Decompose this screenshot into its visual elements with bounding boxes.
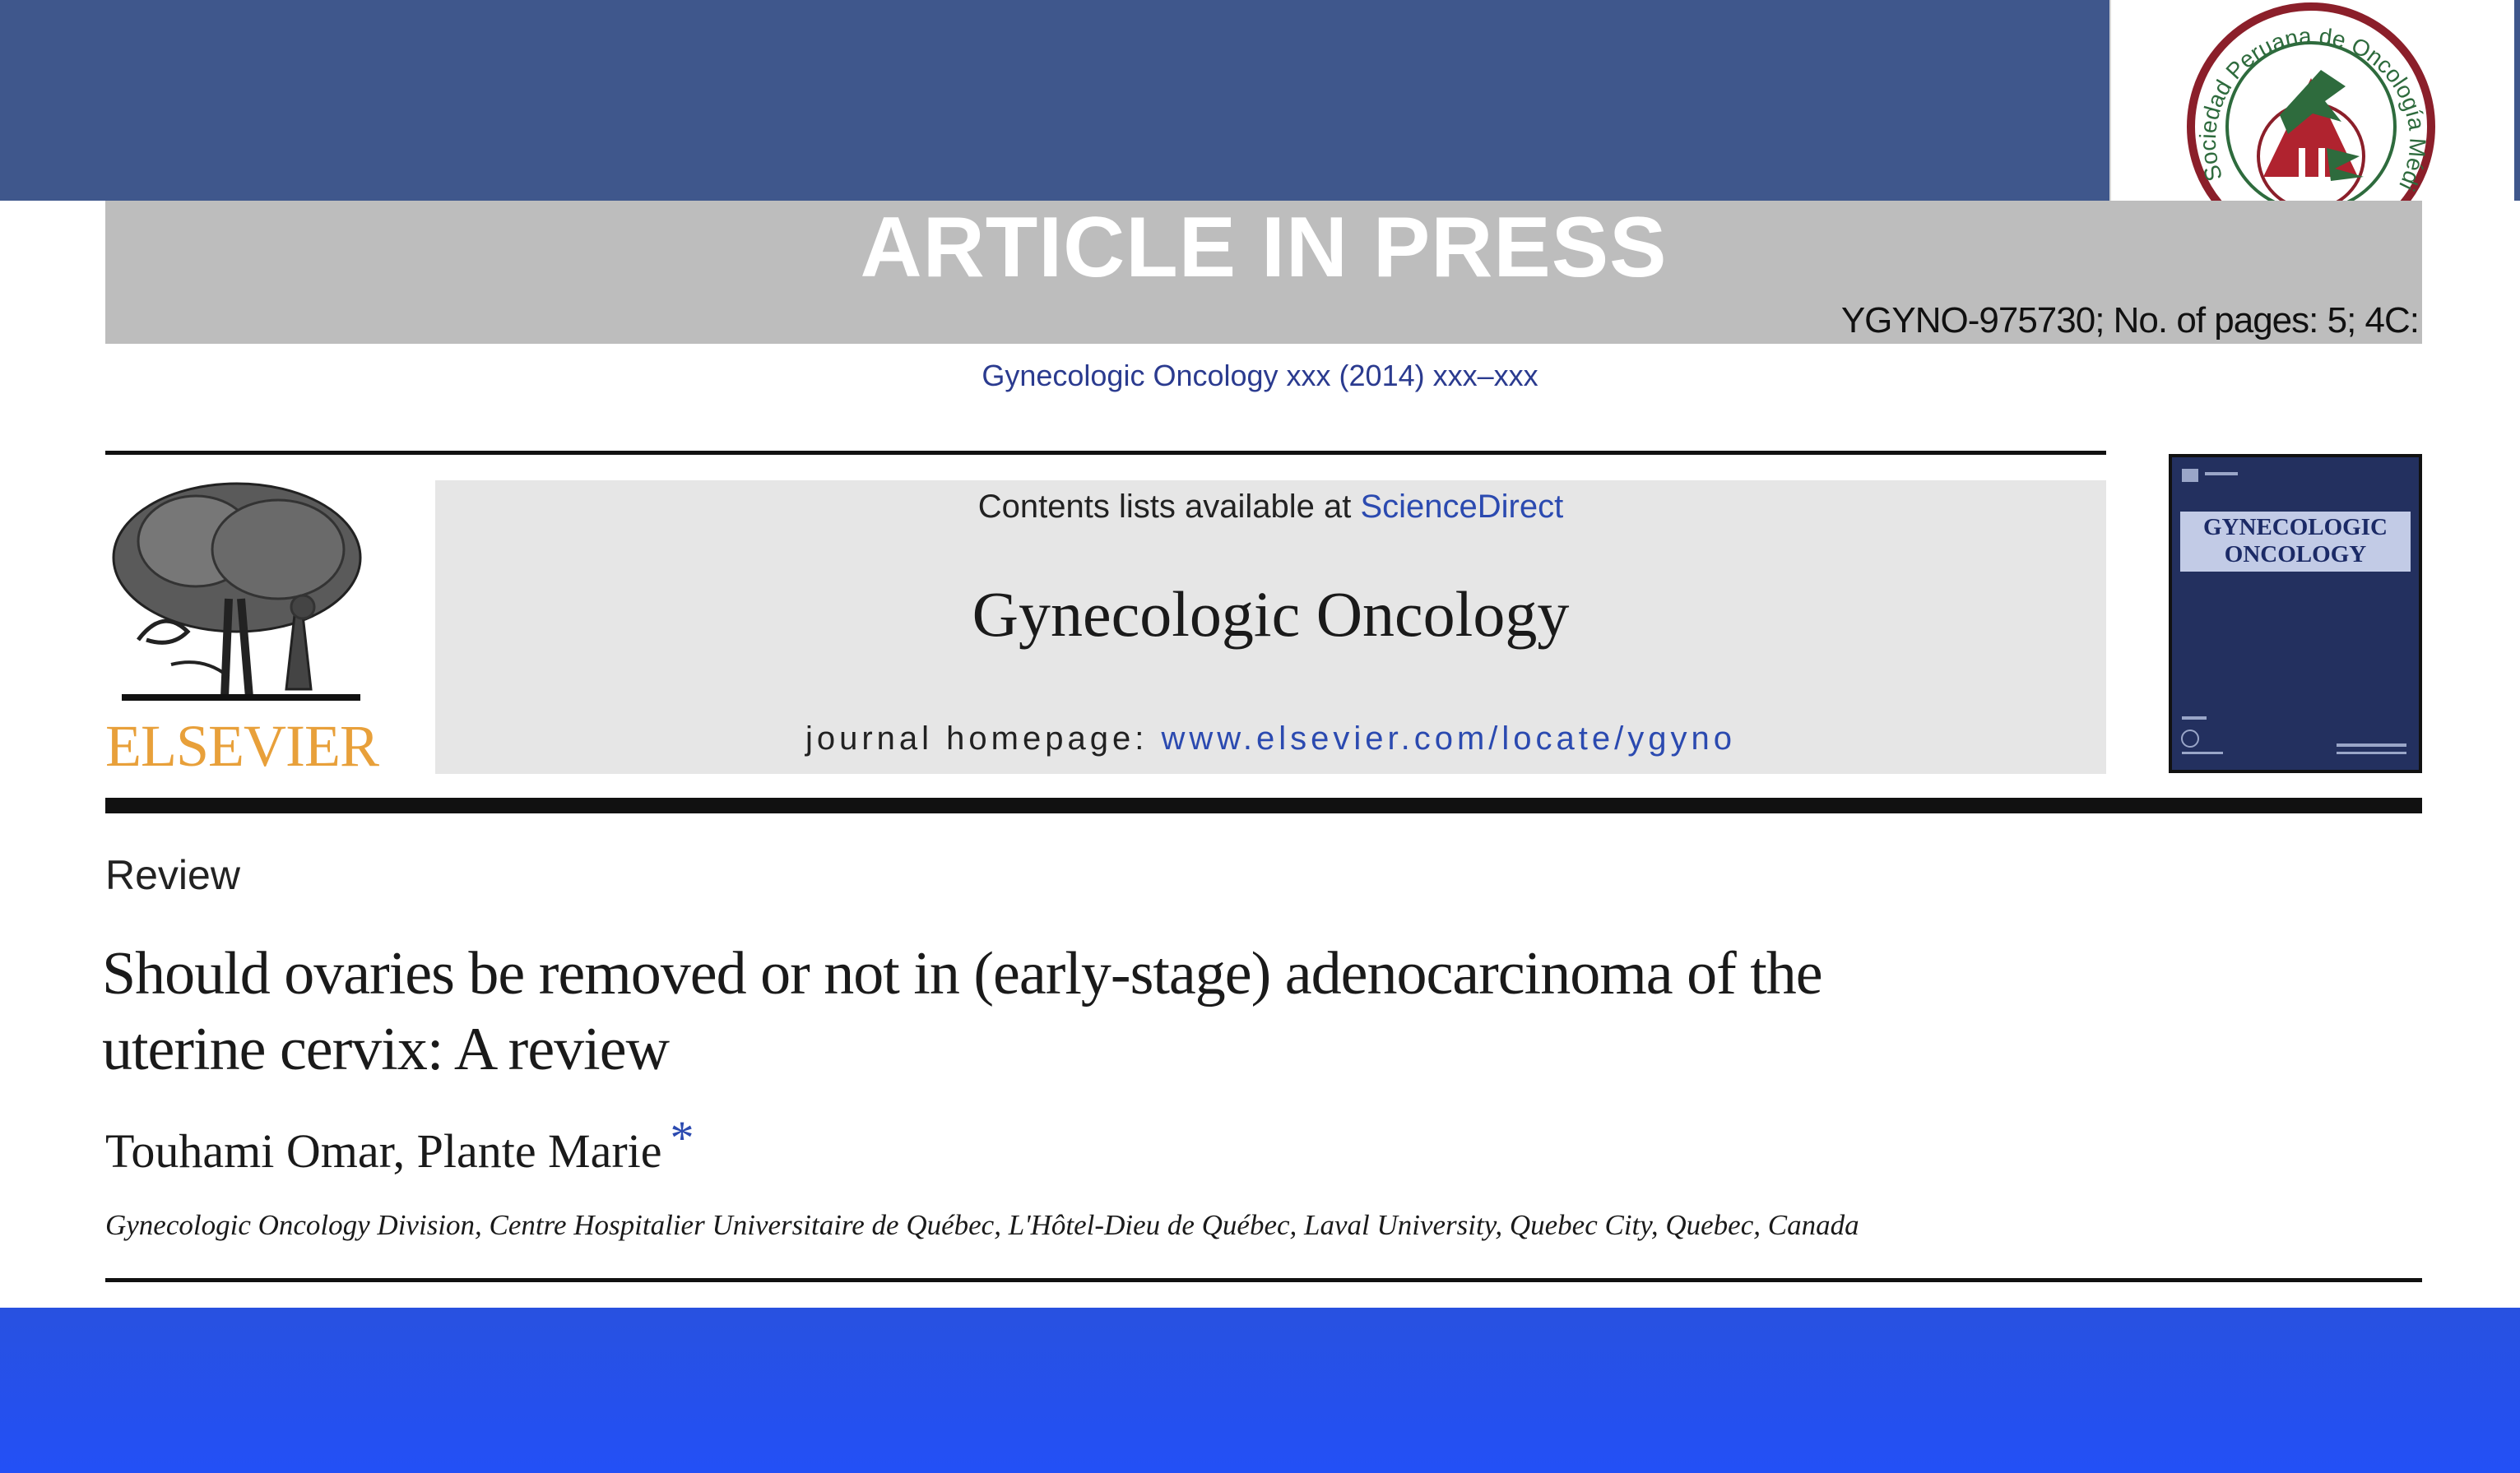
article-in-press-band: ARTICLE IN PRESS YGYNO-975730; No. of pa… [105, 201, 2422, 344]
corresponding-author-link[interactable]: * [671, 1111, 694, 1165]
top-banner [0, 0, 2109, 201]
journal-citation[interactable]: Gynecologic Oncology xxx (2014) xxx–xxx [0, 359, 2520, 393]
sciencedirect-link[interactable]: ScienceDirect [1360, 489, 1563, 525]
cover-title: GYNECOLOGIC ONCOLOGY [2180, 512, 2411, 572]
cover-logo-icon [2182, 469, 2198, 482]
contents-line: Contents lists available at ScienceDirec… [977, 489, 1564, 525]
affiliation-rule [105, 1278, 2422, 1282]
society-logo: Sociedad Peruana de Oncología Médica [2109, 0, 2518, 201]
elsevier-logo: ELSEVIER [105, 475, 379, 779]
journal-homepage-link[interactable]: www.elsevier.com/locate/ygyno [1161, 720, 1736, 757]
article-type: Review [105, 852, 240, 898]
journal-title: Gynecologic Oncology [972, 578, 1570, 650]
journal-masthead: Contents lists available at ScienceDirec… [435, 480, 2106, 774]
journal-homepage-line: journal homepage: www.elsevier.com/locat… [805, 720, 1737, 757]
society-seal-icon: Sociedad Peruana de Oncología Médica [2111, 0, 2435, 201]
article-reference: YGYNO-975730; No. of pages: 5; 4C: [1840, 300, 2420, 340]
elsevier-wordmark: ELSEVIER [105, 713, 379, 779]
article-title: Should ovaries be removed or not in (ear… [102, 940, 1823, 1083]
elsevier-tree-icon [112, 482, 362, 701]
article-authors: Touhami Omar, Plante Marie * [105, 1111, 694, 1178]
bottom-banner [0, 1308, 2520, 1473]
masthead-rule [105, 798, 2422, 813]
banner-right-edge [2514, 0, 2520, 201]
elsevier-cover-icon [2181, 730, 2199, 748]
header-rule [105, 451, 2106, 455]
journal-cover: GYNECOLOGIC ONCOLOGY [2169, 454, 2422, 773]
author-affiliation: Gynecologic Oncology Division, Centre Ho… [105, 1209, 1859, 1241]
article-in-press-title: ARTICLE IN PRESS [860, 200, 1668, 295]
